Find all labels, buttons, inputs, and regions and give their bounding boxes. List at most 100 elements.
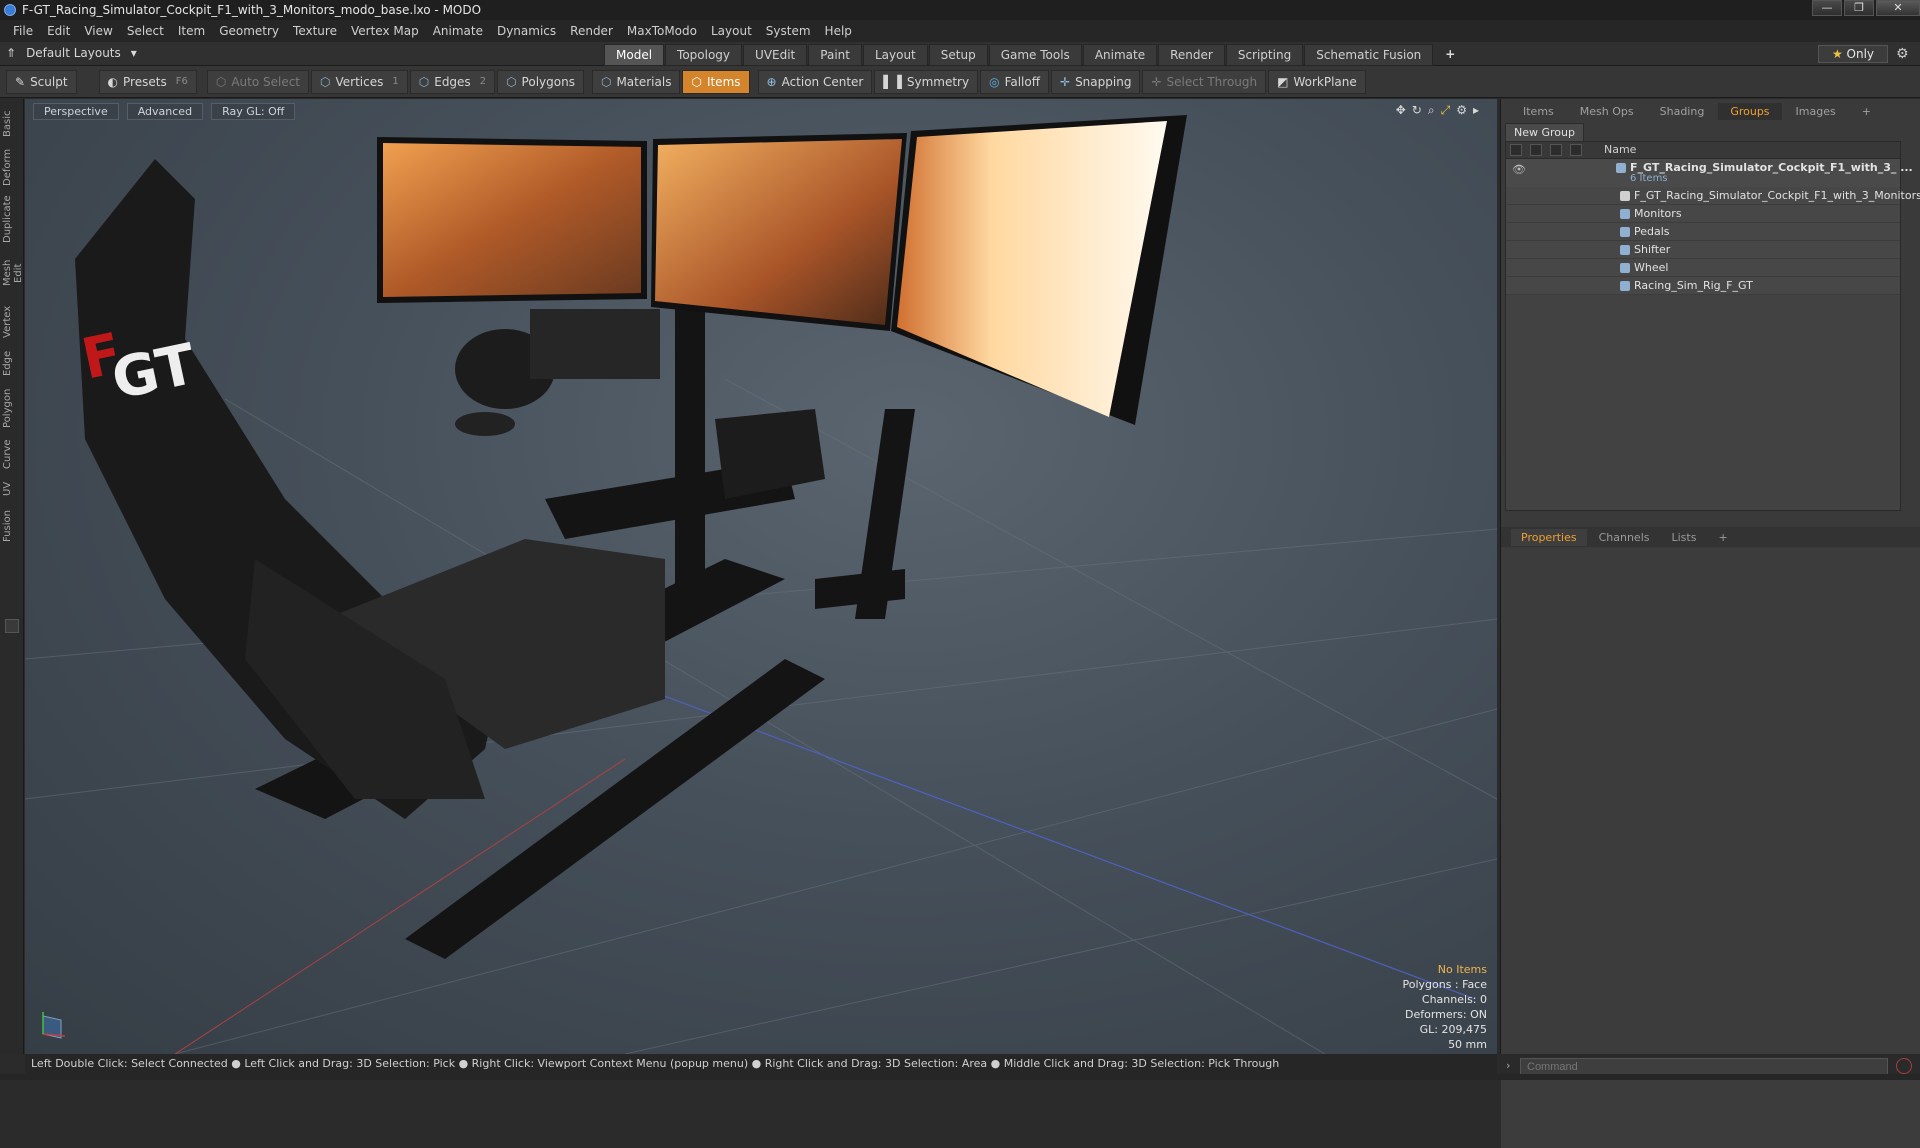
eye-icon[interactable]: 👁: [1512, 163, 1526, 176]
rotate-icon[interactable]: ↻: [1412, 103, 1422, 118]
tab-lists[interactable]: Lists: [1662, 529, 1707, 546]
tab-game-tools[interactable]: Game Tools: [988, 44, 1082, 66]
left-tab-duplicate[interactable]: Duplicate: [2, 195, 22, 243]
left-tab-mesh-edit[interactable]: Mesh Edit: [2, 249, 24, 297]
pan-icon[interactable]: ✥: [1396, 103, 1406, 118]
raygl-toggle[interactable]: Ray GL: Off: [211, 103, 296, 120]
menu-vertex-map[interactable]: Vertex Map: [344, 24, 426, 38]
add-props-tab-button[interactable]: +: [1708, 529, 1737, 546]
sculpt-button[interactable]: ✎ Sculpt: [6, 69, 77, 94]
fit-icon[interactable]: ⤢: [1441, 103, 1451, 118]
snapping-button[interactable]: ✛ Snapping: [1051, 69, 1141, 94]
left-tab-edge[interactable]: Edge: [2, 347, 22, 379]
name-column-header[interactable]: Name: [1604, 143, 1636, 156]
tab-topology[interactable]: Topology: [665, 44, 743, 66]
menu-layout[interactable]: Layout: [704, 24, 759, 38]
select-through-icon: ✛: [1151, 74, 1162, 89]
scene-render: F GT: [25, 115, 1497, 1054]
tab-render[interactable]: Render: [1158, 44, 1225, 66]
left-tab-vertex[interactable]: Vertex: [2, 303, 22, 341]
tree-row-racing-sim-rig[interactable]: Racing_Sim_Rig_F_GT: [1506, 277, 1900, 295]
new-group-button[interactable]: New Group: [1505, 123, 1584, 142]
left-panel-toggle-icon[interactable]: [5, 619, 19, 633]
eye-column-icon[interactable]: [1510, 144, 1522, 156]
tree-row-shifter[interactable]: Shifter: [1506, 241, 1900, 259]
menu-edit[interactable]: Edit: [40, 24, 77, 38]
add-panel-tab-button[interactable]: +: [1850, 103, 1883, 120]
tree-row-monitors[interactable]: Monitors: [1506, 205, 1900, 223]
default-layouts-dropdown[interactable]: ⇑ Default Layouts ▾: [6, 46, 137, 60]
tab-layout[interactable]: Layout: [862, 44, 928, 66]
menu-system[interactable]: System: [759, 24, 818, 38]
action-center-button[interactable]: ⊕ Action Center: [757, 69, 873, 94]
items-button[interactable]: ⬡ Items: [682, 69, 750, 94]
vertices-button[interactable]: ⬡ Vertices 1: [311, 69, 408, 94]
tab-scripting[interactable]: Scripting: [1225, 44, 1304, 66]
symmetry-icon: ▌▐: [883, 74, 902, 89]
left-tab-fusion[interactable]: Fusion: [2, 507, 22, 545]
viewport-menu-arrow-icon[interactable]: ▸: [1473, 103, 1479, 118]
menu-maxtomodo[interactable]: MaxToModo: [620, 24, 704, 38]
command-history-icon[interactable]: [1896, 1058, 1912, 1074]
edges-button[interactable]: ⬡ Edges 2: [409, 69, 496, 94]
select-column-icon[interactable]: [1570, 144, 1582, 156]
left-tab-curve[interactable]: Curve: [2, 437, 22, 471]
tab-mesh-ops[interactable]: Mesh Ops: [1568, 103, 1646, 120]
tree-row-pedals[interactable]: Pedals: [1506, 223, 1900, 241]
tree-row-wheel[interactable]: Wheel: [1506, 259, 1900, 277]
menu-dynamics[interactable]: Dynamics: [490, 24, 563, 38]
tab-uvedit[interactable]: UVEdit: [743, 44, 808, 66]
tab-schematic-fusion[interactable]: Schematic Fusion: [1304, 44, 1434, 66]
auto-select-button[interactable]: ⬡ Auto Select: [206, 69, 310, 94]
left-tab-uv[interactable]: UV: [2, 477, 22, 501]
left-tab-basic[interactable]: Basic: [2, 107, 22, 141]
gear-icon[interactable]: ⚙: [1896, 46, 1909, 62]
edges-icon: ⬡: [418, 74, 430, 89]
add-tab-button[interactable]: +: [1434, 44, 1466, 66]
minimize-button[interactable]: —: [1812, 0, 1842, 16]
menu-geometry[interactable]: Geometry: [212, 24, 286, 38]
menu-help[interactable]: Help: [818, 24, 859, 38]
viewport-settings-icon[interactable]: ⚙: [1456, 103, 1467, 118]
tab-images[interactable]: Images: [1784, 103, 1848, 120]
tab-model[interactable]: Model: [604, 44, 665, 66]
symmetry-button[interactable]: ▌▐ Symmetry: [874, 69, 979, 94]
tab-paint[interactable]: Paint: [808, 44, 862, 66]
tab-channels[interactable]: Channels: [1589, 529, 1660, 546]
tab-groups[interactable]: Groups: [1718, 102, 1782, 120]
menu-view[interactable]: View: [77, 24, 119, 38]
falloff-button[interactable]: ◎ Falloff: [980, 69, 1049, 94]
tab-properties[interactable]: Properties: [1511, 528, 1587, 546]
materials-button[interactable]: ⬡ Materials: [591, 69, 681, 94]
3d-viewport[interactable]: F GT Perspective Advanced Ray GL: Off ✥ …: [25, 99, 1497, 1054]
menu-select[interactable]: Select: [120, 24, 171, 38]
auto-select-label: Auto Select: [231, 74, 301, 89]
tab-animate[interactable]: Animate: [1082, 44, 1158, 66]
tree-row-root-group[interactable]: 👁 F_GT_Racing_Simulator_Cockpit_F1_with_…: [1506, 159, 1913, 187]
menu-render[interactable]: Render: [563, 24, 620, 38]
tree-item-label: Shifter: [1634, 243, 1671, 256]
tree-row-mesh-main[interactable]: F_GT_Racing_Simulator_Cockpit_F1_with_3_…: [1506, 187, 1920, 205]
maximize-button[interactable]: ❐: [1844, 0, 1874, 16]
view-mode-dropdown[interactable]: Perspective: [33, 103, 119, 120]
default-layouts-label: Default Layouts: [26, 46, 121, 60]
zoom-icon[interactable]: ⌕: [1428, 103, 1435, 118]
polygons-button[interactable]: ⬡ Polygons: [497, 69, 584, 94]
close-button[interactable]: ✕: [1876, 0, 1920, 16]
render-column-icon[interactable]: [1530, 144, 1542, 156]
menu-item[interactable]: Item: [171, 24, 212, 38]
left-tab-deform[interactable]: Deform: [2, 147, 22, 187]
menu-file[interactable]: File: [6, 24, 40, 38]
tab-items[interactable]: Items: [1511, 103, 1566, 120]
select-through-button[interactable]: ✛ Select Through: [1142, 69, 1267, 94]
menu-texture[interactable]: Texture: [286, 24, 344, 38]
only-toggle[interactable]: ★ Only: [1818, 45, 1888, 63]
advanced-dropdown[interactable]: Advanced: [126, 103, 204, 120]
tab-setup[interactable]: Setup: [928, 44, 988, 66]
lock-column-icon[interactable]: [1550, 144, 1562, 156]
menu-animate[interactable]: Animate: [426, 24, 490, 38]
left-tab-polygon[interactable]: Polygon: [2, 385, 22, 431]
presets-button[interactable]: ◐ Presets F6: [98, 69, 197, 94]
workplane-button[interactable]: ◩ WorkPlane: [1268, 69, 1366, 94]
tab-shading[interactable]: Shading: [1648, 103, 1717, 120]
